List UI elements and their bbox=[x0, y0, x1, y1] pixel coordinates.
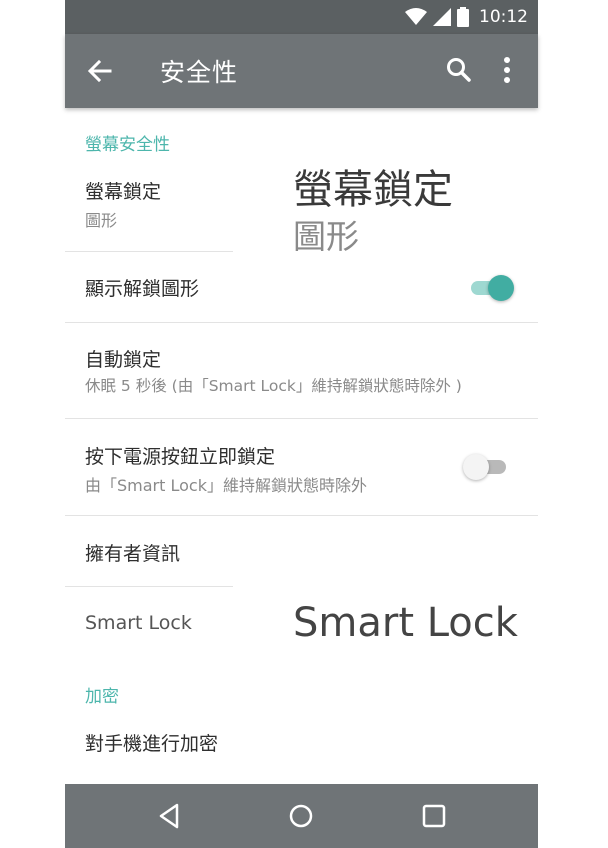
page-title: 安全性 bbox=[160, 58, 239, 87]
divider bbox=[65, 251, 233, 252]
recents-square-icon[interactable] bbox=[419, 801, 449, 831]
toggle-thumb bbox=[488, 275, 514, 301]
back-triangle-icon[interactable] bbox=[155, 801, 185, 831]
toggle-thumb bbox=[463, 454, 489, 480]
smart-lock-title: Smart Lock bbox=[85, 612, 192, 634]
auto-lock-title: 自動鎖定 bbox=[85, 349, 162, 371]
screen-lock-callout-title: 螢幕鎖定 bbox=[293, 167, 453, 213]
owner-info-title: 擁有者資訊 bbox=[85, 543, 181, 565]
more-vert-icon[interactable] bbox=[495, 56, 519, 84]
smart-lock-callout: Smart Lock bbox=[293, 600, 518, 646]
section-header-encryption: 加密 bbox=[85, 687, 119, 707]
divider bbox=[65, 586, 233, 587]
power-lock-title: 按下電源按鈕立即鎖定 bbox=[85, 446, 276, 468]
battery-icon bbox=[457, 7, 469, 27]
home-circle-icon[interactable] bbox=[286, 801, 316, 831]
screen-lock-title: 螢幕鎖定 bbox=[85, 181, 162, 203]
search-icon[interactable] bbox=[445, 56, 473, 84]
navigation-bar bbox=[65, 784, 538, 848]
status-time: 10:12 bbox=[479, 7, 528, 27]
encrypt-phone-title: 對手機進行加密 bbox=[85, 733, 219, 755]
app-bar: 安全性 bbox=[65, 34, 538, 108]
wifi-icon bbox=[405, 8, 427, 25]
power-lock-summary: 由「Smart Lock」維持解鎖狀態時除外 bbox=[85, 476, 367, 495]
divider bbox=[65, 418, 538, 419]
screen-lock-callout-summary: 圖形 bbox=[293, 217, 359, 256]
divider bbox=[65, 515, 538, 516]
back-arrow-icon[interactable] bbox=[85, 56, 115, 86]
auto-lock-summary: 休眠 5 秒後 (由「Smart Lock」維持解鎖狀態時除外 ) bbox=[85, 377, 462, 395]
screen-lock-summary: 圖形 bbox=[85, 211, 118, 230]
power-lock-toggle[interactable] bbox=[463, 452, 509, 482]
settings-screen: 10:12 安全性 螢幕安全性 螢幕鎖定 圖形 螢幕鎖定 圖形 顯示解鎖圖形 自… bbox=[65, 0, 538, 848]
section-header-screen-security: 螢幕安全性 bbox=[85, 135, 170, 155]
divider bbox=[65, 322, 538, 323]
signal-icon bbox=[433, 8, 451, 26]
status-bar: 10:12 bbox=[65, 0, 538, 34]
show-pattern-toggle[interactable] bbox=[468, 273, 514, 303]
show-pattern-title: 顯示解鎖圖形 bbox=[85, 278, 200, 300]
